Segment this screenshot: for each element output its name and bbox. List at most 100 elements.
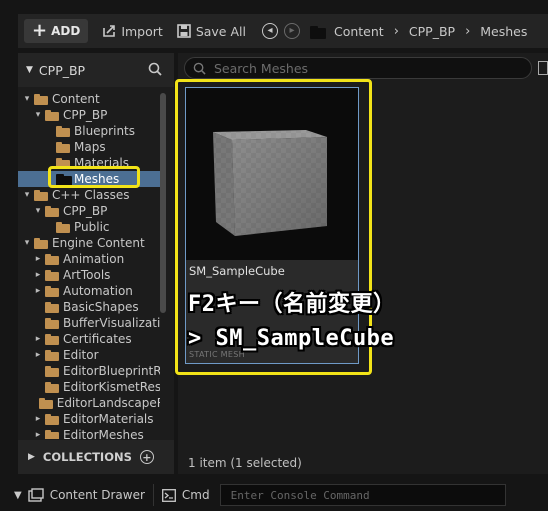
tree-item[interactable]: Maps <box>18 139 160 155</box>
annotation-highlight-meshes <box>48 166 140 188</box>
expand-arrow-icon[interactable]: ▾ <box>22 238 32 248</box>
annotation-text: F2キー（名前変更） > SM_SampleCube <box>188 288 396 356</box>
breadcrumb-separator-icon[interactable]: › <box>465 24 470 39</box>
collapse-arrow-icon[interactable]: ▸ <box>33 334 43 344</box>
search-icon <box>193 62 206 75</box>
cmd-button[interactable]: Cmd <box>161 488 210 502</box>
tree-item-label: Animation <box>63 252 125 266</box>
sources-panel: ▼ CPP_BP ▾ Content ▾ CPP_BP Blueprints Maps Ma… <box>18 53 174 474</box>
filter-icon[interactable] <box>538 61 548 75</box>
folder-icon <box>45 269 59 281</box>
tree-item-label: Editor <box>63 348 99 362</box>
search-placeholder: Search Meshes <box>214 60 309 76</box>
tree-item-label: Public <box>74 220 110 234</box>
import-icon <box>103 25 116 37</box>
collapse-arrow-icon[interactable]: ▸ <box>33 270 43 280</box>
collapse-arrow-icon[interactable]: ▸ <box>33 350 43 360</box>
tree-item-label: Blueprints <box>74 124 136 138</box>
collapse-arrow-icon[interactable]: ▼ <box>26 65 33 75</box>
back-arrow-icon[interactable]: ◂ <box>261 23 278 39</box>
tree-item-label: EditorBlueprintResources <box>63 364 160 378</box>
tree-item-label: C++ Classes <box>52 188 130 202</box>
tree-item[interactable]: BufferVisualization <box>18 315 160 331</box>
collapse-arrow-icon[interactable]: ▸ <box>33 430 43 439</box>
tree-item[interactable]: ▸ Certificates <box>18 331 160 347</box>
expand-arrow-icon[interactable]: ▾ <box>33 110 43 120</box>
search-input[interactable]: Search Meshes <box>184 57 532 79</box>
tree-item-label: Maps <box>74 140 106 154</box>
tree-item[interactable]: ▾ CPP_BP <box>18 203 160 219</box>
tree-item[interactable]: ▾ Content <box>18 91 160 107</box>
expand-arrow-icon[interactable]: ▾ <box>22 94 32 104</box>
divider <box>152 484 154 506</box>
folder-icon <box>45 285 59 297</box>
cmd-label: Cmd <box>181 488 210 502</box>
folder-icon <box>45 349 59 361</box>
add-button[interactable]: + ADD <box>24 19 89 43</box>
folder-icon <box>45 301 59 313</box>
tree-item[interactable]: ▸ Editor <box>18 347 160 363</box>
folder-tree: ▾ Content ▾ CPP_BP Blueprints Maps Materials Me… <box>18 87 160 439</box>
search-icon[interactable] <box>148 62 162 76</box>
plus-icon: + <box>32 20 48 41</box>
tree-item-label: BasicShapes <box>63 300 139 314</box>
tree-item-label: BufferVisualization <box>63 316 160 330</box>
breadcrumb-item[interactable]: Meshes <box>480 24 527 39</box>
save-all-button[interactable]: Save All <box>177 24 246 39</box>
tree-item[interactable]: Blueprints <box>18 123 160 139</box>
collapse-arrow-icon[interactable]: ▸ <box>33 414 43 424</box>
tree-item-label: Content <box>52 92 100 106</box>
add-collection-icon[interactable]: + <box>139 450 154 464</box>
chevron-down-icon[interactable]: ▼ <box>14 490 22 501</box>
collections-header[interactable]: ▶ COLLECTIONS + <box>18 440 174 474</box>
tree-item[interactable]: ▾ Engine Content <box>18 235 160 251</box>
content-drawer-label: Content Drawer <box>49 488 145 502</box>
breadcrumb-separator-icon[interactable]: › <box>394 24 399 39</box>
breadcrumb: Content › CPP_BP › Meshes <box>309 24 527 39</box>
tree-item-label: EditorLandscapeResources <box>56 396 160 410</box>
tree-item-label: EditorMeshes <box>63 428 144 439</box>
tree-item[interactable]: ▾ C++ Classes <box>18 187 160 203</box>
terminal-icon <box>161 488 176 502</box>
tree-item[interactable]: ▸ Automation <box>18 283 160 299</box>
import-label: Import <box>121 23 163 39</box>
tree-scrollbar[interactable] <box>160 93 166 313</box>
tree-item[interactable]: EditorKismetResources <box>18 379 160 395</box>
content-drawer-button[interactable]: Content Drawer <box>28 488 145 502</box>
folder-icon <box>34 93 48 105</box>
folder-icon <box>56 141 70 153</box>
tree-item[interactable]: BasicShapes <box>18 299 160 315</box>
tree-item-label: EditorMaterials <box>63 412 154 426</box>
forward-arrow-icon[interactable]: ▸ <box>283 23 300 39</box>
expand-arrow-icon[interactable]: ▾ <box>33 206 43 216</box>
folder-icon <box>38 397 53 409</box>
annotation-line-2: > SM_SampleCube <box>188 326 395 351</box>
breadcrumb-item[interactable]: Content <box>334 24 384 39</box>
tree-item[interactable]: Public <box>18 219 160 235</box>
collapse-arrow-icon[interactable]: ▸ <box>33 254 43 264</box>
save-all-label: Save All <box>195 23 246 39</box>
tree-item[interactable]: EditorLandscapeResources <box>18 395 160 411</box>
breadcrumb-item[interactable]: CPP_BP <box>409 24 455 39</box>
expand-arrow-icon[interactable]: ▶ <box>28 452 35 462</box>
tree-item-label: ArtTools <box>63 268 111 282</box>
tree-item[interactable]: ▸ EditorMeshes <box>18 427 160 439</box>
sources-title: CPP_BP <box>38 62 86 78</box>
folder-icon <box>45 333 59 345</box>
class-folder-icon <box>34 189 48 201</box>
import-button[interactable]: Import <box>102 24 163 39</box>
console-input[interactable]: Enter Console Command <box>219 484 506 506</box>
expand-arrow-icon[interactable]: ▾ <box>22 190 32 200</box>
tree-item[interactable]: ▸ EditorMaterials <box>18 411 160 427</box>
tree-item[interactable]: ▸ ArtTools <box>18 267 160 283</box>
folder-icon <box>45 253 59 265</box>
collapse-arrow-icon[interactable]: ▸ <box>33 286 43 296</box>
folder-icon <box>45 109 59 121</box>
tree-item[interactable]: ▾ CPP_BP <box>18 107 160 123</box>
folder-icon <box>309 25 326 39</box>
tree-item-label: Automation <box>63 284 133 298</box>
tree-item[interactable]: ▸ Animation <box>18 251 160 267</box>
class-folder-icon <box>45 205 59 217</box>
tree-item[interactable]: EditorBlueprintResources <box>18 363 160 379</box>
folder-icon <box>45 413 59 425</box>
